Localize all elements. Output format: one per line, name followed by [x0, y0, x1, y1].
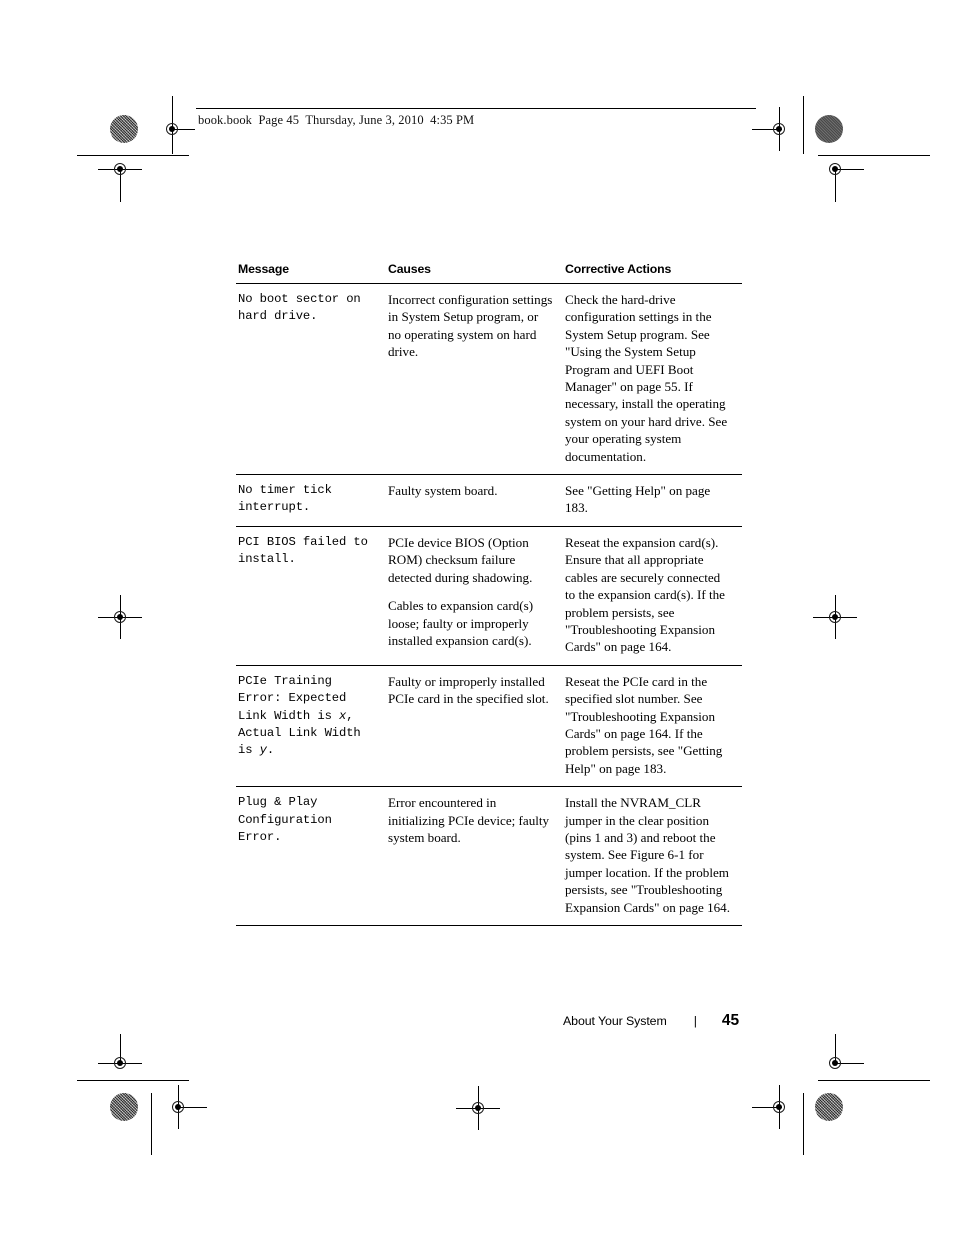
halftone-density-patch-bottom-left — [110, 1093, 138, 1121]
cell-message: No timer tick interrupt. — [236, 474, 386, 527]
cell-corrective-actions: See "Getting Help" on page 183. — [563, 474, 742, 527]
footer-section-title: About Your System — [563, 1014, 667, 1028]
cell-causes: Faulty system board. — [386, 474, 563, 527]
table-row: No boot sector on hard drive. Incorrect c… — [236, 283, 742, 476]
cell-message: No boot sector on hard drive. — [236, 283, 386, 476]
registration-target-mid-left — [98, 595, 142, 639]
trim-rule-vertical-top-right — [803, 96, 804, 154]
cause-paragraph: PCIe device BIOS (Option ROM) checksum f… — [388, 534, 533, 585]
registration-target-bottom-left — [165, 1085, 207, 1129]
cell-causes: PCIe device BIOS (Option ROM) checksum f… — [386, 526, 563, 666]
registration-target-top-left — [159, 106, 195, 152]
page-footer: About Your System | 45 — [563, 1012, 753, 1034]
table-header-row: Message Causes Corrective Actions — [236, 262, 742, 284]
page-header-rule — [196, 108, 756, 109]
action-paragraph: Check the hard-drive configuration setti… — [565, 292, 728, 464]
cell-causes: Error encountered in initializing PCIe d… — [386, 786, 563, 926]
halftone-density-patch-top-right — [815, 115, 843, 143]
registration-target-upper-right-corner — [822, 156, 864, 202]
table-row: Plug & Play Configuration Error. Error en… — [236, 786, 742, 926]
registration-target-mid-right — [813, 595, 857, 639]
action-paragraph: Reseat the expansion card(s). Ensure tha… — [565, 534, 725, 655]
trim-rule-horizontal-lower-right — [818, 1080, 930, 1081]
trim-rule-vertical-bottom-left — [151, 1093, 152, 1155]
halftone-density-patch-bottom-right — [815, 1093, 843, 1121]
message-table-container: Message Causes Corrective Actions No boo… — [236, 262, 742, 926]
cause-paragraph: Error encountered in initializing PCIe d… — [388, 795, 550, 845]
message-variable: y — [259, 743, 267, 758]
message-text: PCIe Training Error: Expected Link Width… — [238, 673, 354, 723]
page-number: 45 — [721, 1012, 740, 1029]
cell-message: PCI BIOS failed to install. — [236, 526, 386, 666]
halftone-density-patch-top-left — [110, 115, 138, 143]
cell-causes: Incorrect configuration settings in Syst… — [386, 283, 563, 476]
action-paragraph: Install the NVRAM_CLR jumper in the clea… — [565, 795, 730, 915]
table-body: No boot sector on hard drive. Incorrect c… — [236, 283, 742, 926]
column-header-causes: Causes — [386, 262, 563, 284]
cell-corrective-actions: Reseat the expansion card(s). Ensure tha… — [563, 526, 742, 666]
cell-message: Plug & Play Configuration Error. — [236, 786, 386, 926]
registration-target-bottom-right — [752, 1085, 792, 1129]
trim-rule-horizontal-lower-left — [77, 1080, 189, 1081]
message-text: . — [266, 743, 275, 758]
cell-causes: Faulty or improperly installed PCIe card… — [386, 665, 563, 788]
registration-target-bottom-center — [456, 1086, 500, 1130]
action-paragraph: See "Getting Help" on page 183. — [565, 483, 711, 516]
table-row: No timer tick interrupt. Faulty system bo… — [236, 474, 742, 527]
cause-paragraph: Incorrect configuration settings in Syst… — [388, 292, 553, 360]
cause-paragraph: Faulty or improperly installed PCIe card… — [388, 673, 549, 707]
trim-rule-horizontal-upper-left — [77, 155, 189, 156]
registration-target-top-right — [752, 107, 792, 151]
table-header: Message Causes Corrective Actions — [236, 262, 742, 284]
cell-message: PCIe Training Error: Expected Link Width… — [236, 665, 386, 788]
cell-corrective-actions: Install the NVRAM_CLR jumper in the clea… — [563, 786, 742, 926]
cell-corrective-actions: Check the hard-drive configuration setti… — [563, 283, 742, 476]
registration-target-lower-left-corner — [98, 1034, 142, 1076]
table-row: PCIe Training Error: Expected Link Width… — [236, 665, 742, 788]
cause-paragraph: Faulty system board. — [388, 483, 498, 499]
column-header-message: Message — [236, 262, 386, 284]
column-header-corrective-actions: Corrective Actions — [563, 262, 742, 284]
cell-corrective-actions: Reseat the PCIe card in the specified sl… — [563, 665, 742, 788]
cause-paragraph: Cables to expansion card(s) loose; fault… — [388, 598, 534, 648]
trim-rule-vertical-bottom-right — [803, 1093, 804, 1155]
registration-target-upper-left-corner — [98, 156, 142, 202]
registration-target-lower-right-corner — [822, 1034, 864, 1076]
action-paragraph: Reseat the PCIe card in the specified sl… — [565, 673, 723, 776]
page-header-text: book.book Page 45 Thursday, June 3, 2010… — [198, 113, 475, 127]
footer-separator: | — [693, 1014, 697, 1028]
system-message-table: Message Causes Corrective Actions No boo… — [236, 262, 742, 926]
table-row: PCI BIOS failed to install. PCIe device B… — [236, 526, 742, 666]
